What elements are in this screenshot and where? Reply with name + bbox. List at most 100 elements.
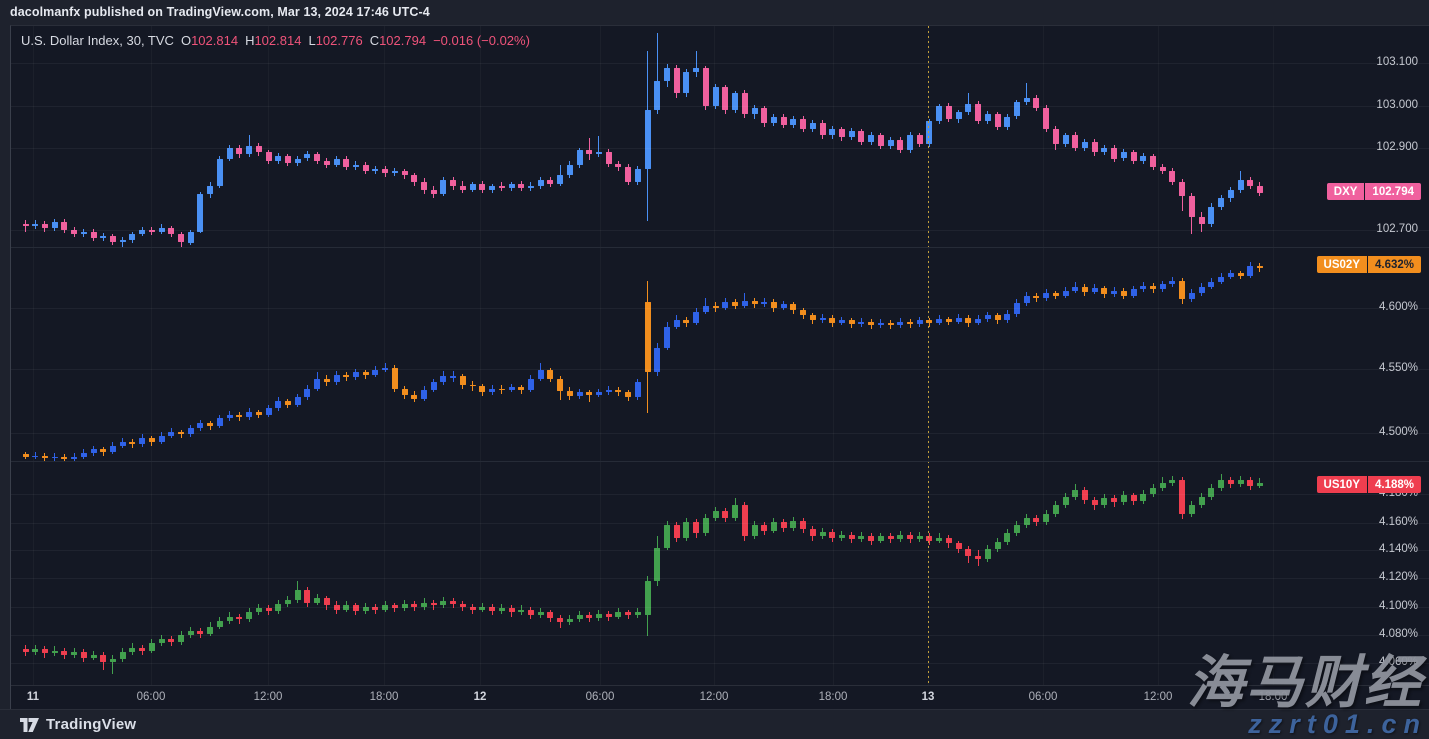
time-axis-label[interactable]: 11: [27, 691, 39, 703]
time-axis-label[interactable]: 06:00: [137, 691, 166, 703]
candle-body: [81, 652, 87, 658]
candle-body: [159, 436, 165, 442]
time-axis-label[interactable]: 18:00: [370, 691, 399, 703]
horizontal-gridline: [11, 63, 1429, 64]
candle-body: [470, 184, 476, 190]
time-axis-label[interactable]: 18:00: [819, 691, 848, 703]
time-axis-label[interactable]: 13: [922, 691, 935, 703]
candle-body: [946, 538, 952, 544]
time-axis-label[interactable]: 12: [474, 691, 487, 703]
candle-body: [586, 150, 592, 154]
candle-body: [460, 186, 466, 190]
candle-body: [1033, 518, 1039, 522]
pane-dxy: [11, 26, 1429, 247]
horizontal-gridline: [11, 148, 1429, 149]
candle-body: [1024, 98, 1030, 102]
candle-body: [149, 643, 155, 650]
candle-body: [304, 590, 310, 603]
candle-body: [1199, 497, 1205, 505]
candle-body: [771, 117, 777, 123]
candle-body: [110, 446, 116, 452]
candle-body: [1053, 129, 1059, 144]
candle-body: [849, 535, 855, 539]
candle-body: [829, 318, 835, 323]
candle-body: [858, 322, 864, 324]
candle-body: [917, 536, 923, 539]
candle-body: [314, 598, 320, 602]
candle-body: [1189, 505, 1195, 513]
candle-body: [440, 376, 446, 382]
candle-body: [1072, 287, 1078, 291]
candle-body: [129, 648, 135, 652]
candle-body: [985, 114, 991, 120]
candle-body: [295, 397, 301, 404]
candle-body: [1004, 533, 1010, 541]
candle-body: [197, 631, 203, 634]
candle-body: [207, 186, 213, 194]
candle-body: [586, 392, 592, 394]
candle-body: [1043, 108, 1049, 129]
candle-body: [1218, 277, 1224, 282]
candle-body: [509, 387, 515, 389]
candle-body: [460, 376, 466, 385]
candle-body: [946, 106, 952, 119]
candle-body: [197, 423, 203, 428]
candle-body: [1218, 198, 1224, 206]
candle-body: [363, 165, 369, 171]
candle-body: [849, 131, 855, 137]
candle-body: [431, 603, 437, 606]
candle-body: [1247, 180, 1253, 186]
candle-body: [1257, 186, 1263, 193]
candle-body: [431, 382, 437, 389]
time-axis-label[interactable]: 06:00: [586, 691, 615, 703]
tradingview-logo-icon[interactable]: [20, 718, 39, 732]
candle-body: [1121, 495, 1127, 502]
candle-body: [1140, 286, 1146, 290]
legend-ohlc-value: 102.814: [254, 33, 301, 48]
time-axis-label[interactable]: 12:00: [700, 691, 729, 703]
chart-area[interactable]: U.S. Dollar Index, 30, TVCO102.814H102.8…: [10, 25, 1429, 711]
time-axis-label[interactable]: 12:00: [254, 691, 283, 703]
candle-wick: [122, 237, 123, 247]
time-axis-label[interactable]: 12:00: [1144, 691, 1173, 703]
candle-body: [1014, 525, 1020, 533]
candle-body: [1208, 207, 1214, 224]
candle-body: [266, 608, 272, 611]
candle-body: [23, 454, 29, 456]
price-axis-label: 4.120%: [1379, 571, 1418, 583]
candle-body: [149, 438, 155, 442]
candle-body: [956, 318, 962, 322]
candle-body: [518, 387, 524, 389]
candle-body: [81, 453, 87, 457]
candle-body: [324, 379, 330, 383]
candle-body: [256, 608, 262, 612]
badge-symbol: US10Y: [1317, 476, 1367, 493]
candle-body: [897, 322, 903, 326]
pane-us02y: [11, 248, 1429, 461]
candle-body: [1043, 514, 1049, 522]
candle-body: [411, 395, 417, 399]
candle-body: [829, 532, 835, 538]
candle-body: [1257, 483, 1263, 486]
time-axis-label[interactable]: 06:00: [1029, 691, 1058, 703]
candle-body: [285, 600, 291, 604]
candle-body: [868, 135, 874, 141]
candle-body: [275, 401, 281, 408]
horizontal-gridline: [11, 635, 1429, 636]
candle-body: [713, 511, 719, 518]
candle-body: [509, 184, 515, 188]
candle-body: [800, 119, 806, 130]
tradingview-logo-text[interactable]: TradingView: [46, 716, 136, 733]
candle-body: [538, 370, 544, 379]
candle-body: [625, 612, 631, 615]
candle-body: [42, 224, 48, 228]
candle-body: [91, 655, 97, 658]
candle-body: [402, 171, 408, 175]
candle-body: [1218, 480, 1224, 488]
candle-body: [61, 457, 67, 459]
candle-wick: [1026, 83, 1027, 105]
candle-body: [1131, 152, 1137, 160]
candle-body: [1082, 287, 1088, 292]
candle-body: [450, 180, 456, 186]
candle-body: [343, 159, 349, 167]
